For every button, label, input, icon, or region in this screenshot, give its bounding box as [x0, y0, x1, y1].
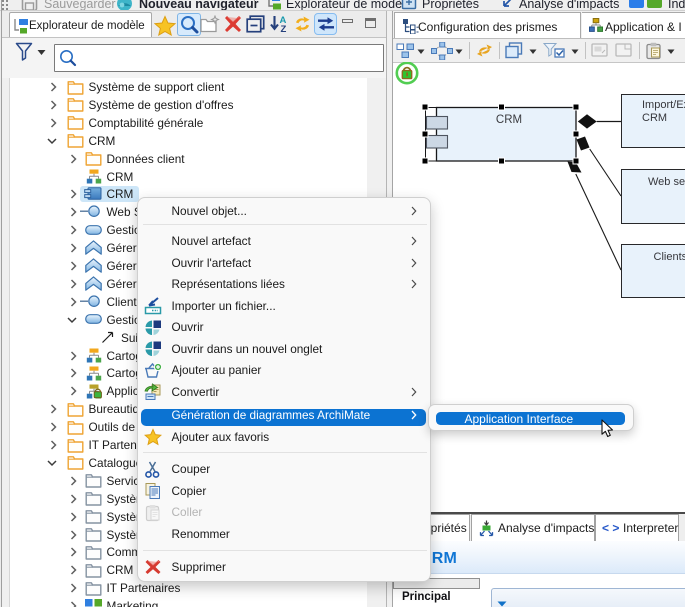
svg-text:CRM: CRM — [496, 114, 522, 126]
svg-text:Z: Z — [281, 24, 287, 33]
